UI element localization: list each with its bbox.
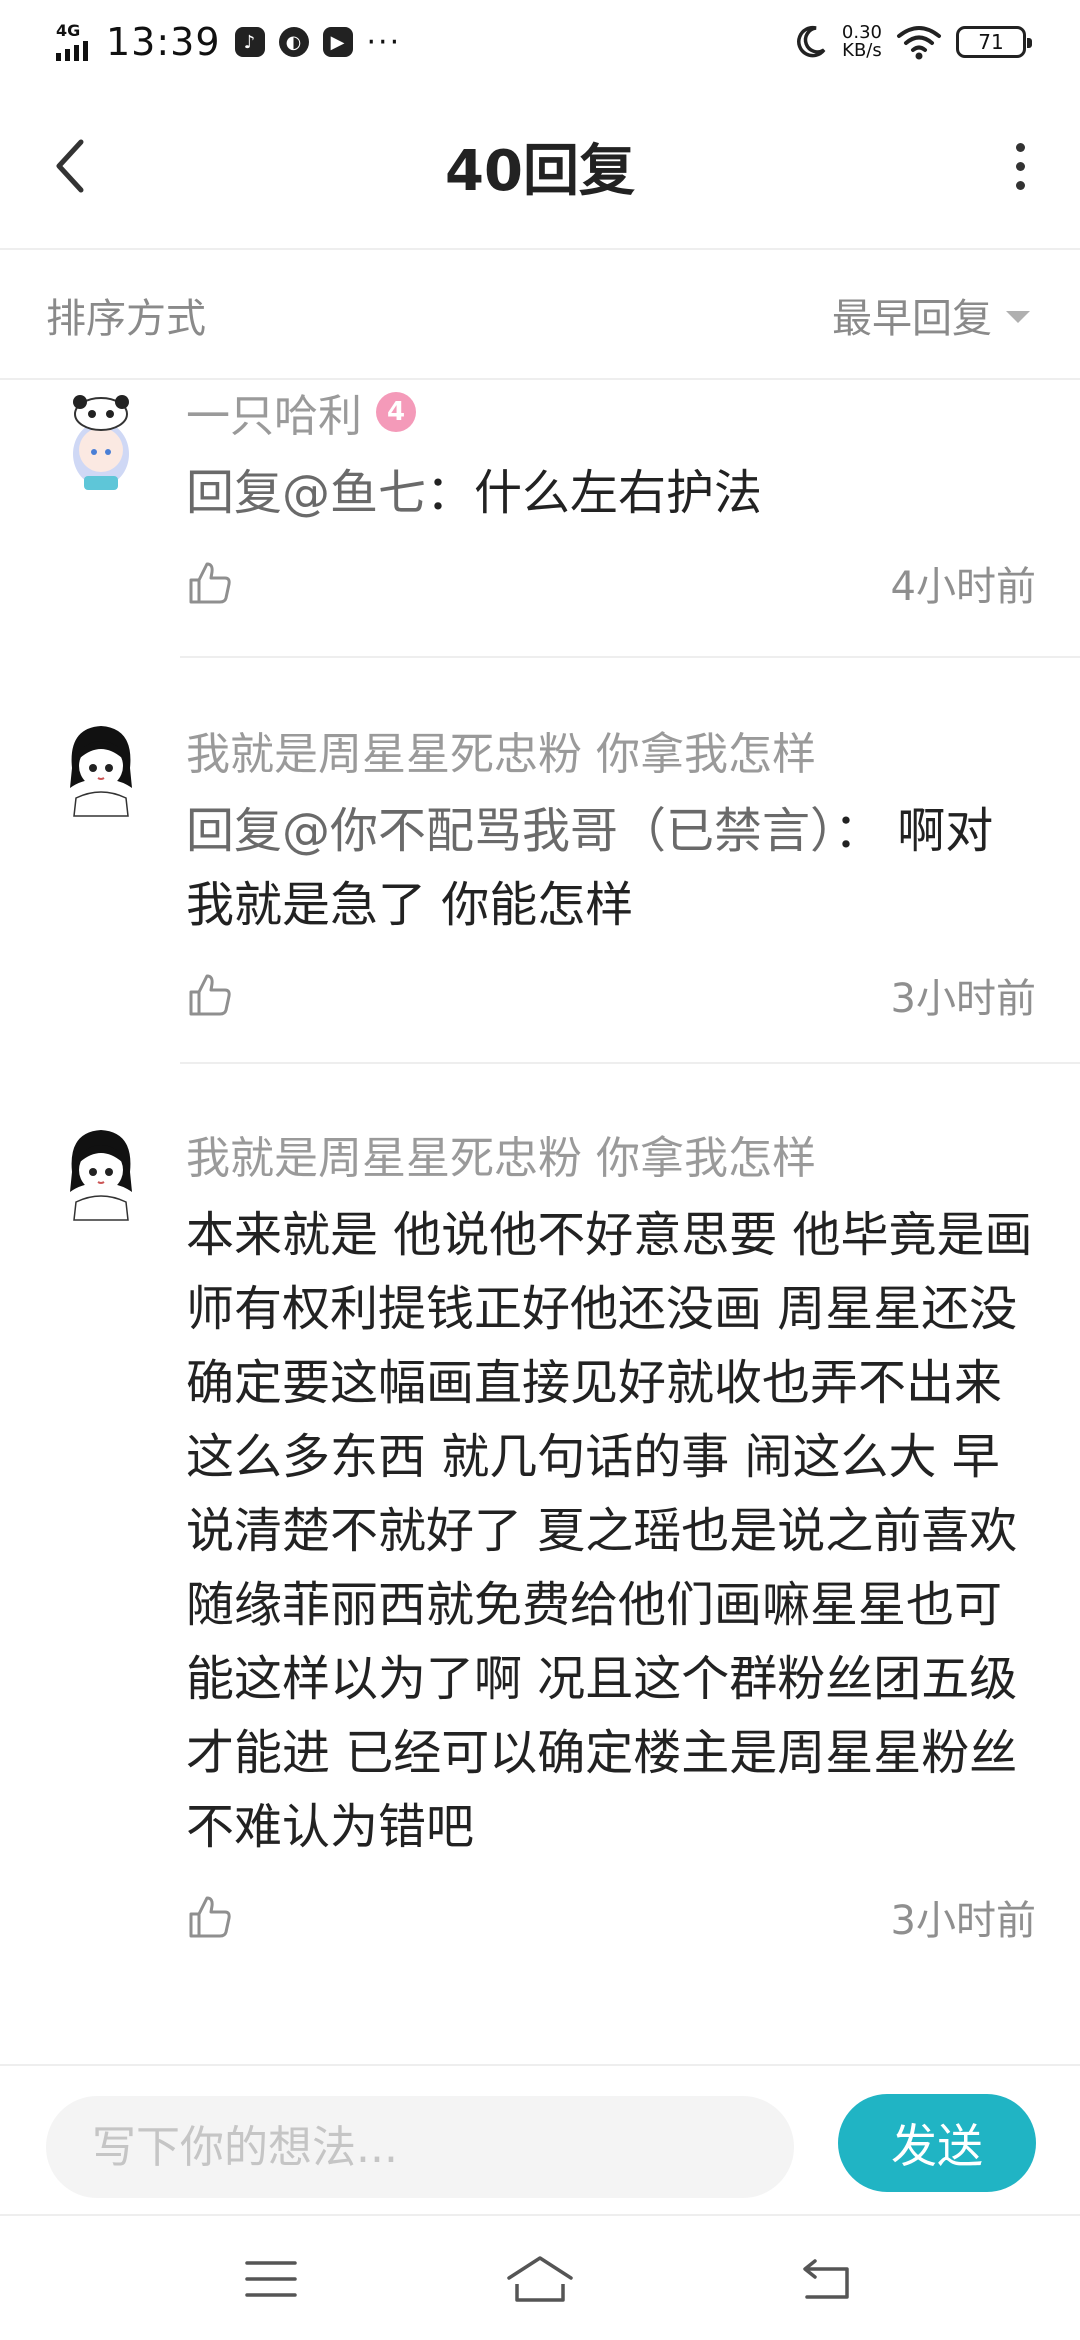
username-text: 我就是周星星死忠粉 你拿我怎样 <box>186 1133 816 1184</box>
thumbs-up-icon[interactable] <box>186 559 234 607</box>
status-left: 4G 13:39 ♪ ◐ ▶ ··· <box>56 20 401 64</box>
mention-link[interactable]: 鱼七 <box>330 465 426 521</box>
tiktok-notification-icon: ♪ <box>234 27 265 57</box>
more-options-button[interactable] <box>1000 126 1040 206</box>
title-bar: 40回复 <box>0 84 1080 250</box>
comment-body: 我就是周星星死忠粉 你拿我怎样 回复@你不配骂我哥（已禁言）： 啊对 我就是急了… <box>186 718 1036 1024</box>
back-button[interactable] <box>40 126 100 206</box>
hamburger-icon <box>245 2261 297 2297</box>
signal-bars-icon <box>56 41 88 61</box>
network-speed-unit: KB/s <box>842 40 882 61</box>
thumbs-up-icon[interactable] <box>186 1893 234 1941</box>
sort-dropdown[interactable]: 最早回复 <box>832 286 1030 344</box>
wifi-icon <box>897 26 941 60</box>
signal-indicator: 4G <box>56 23 88 61</box>
more-notifications-icon: ··· <box>366 24 402 60</box>
divider <box>180 1062 1080 1064</box>
battery-icon: 71 <box>956 26 1032 58</box>
moon-icon <box>797 25 826 58</box>
more-vertical-icon <box>1015 142 1025 152</box>
avatar[interactable] <box>58 718 144 818</box>
level-badge: 4 <box>376 392 416 432</box>
system-nav-bar <box>0 2214 1080 2340</box>
network-speed: 0.30 KB/s <box>842 24 882 60</box>
reply-prefix: 回复@ <box>186 465 331 521</box>
comment-text: 回复@你不配骂我哥（已禁言）： 啊对 我就是急了 你能怎样 <box>186 794 1036 942</box>
comment-time: 3小时前 <box>890 976 1036 1022</box>
reply-prefix: 回复@ <box>186 803 331 859</box>
comment-text: 回复@鱼七：什么左右护法 <box>186 456 1036 530</box>
clock: 13:39 <box>106 20 221 64</box>
comment-text: 本来就是 他说他不好意思要 他毕竟是画师有权利提钱正好他还没画 周星星还没确定要… <box>186 1207 1033 1855</box>
avatar[interactable] <box>58 392 144 492</box>
comment-item: 我就是周星星死忠粉 你拿我怎样 回复@你不配骂我哥（已禁言）： 啊对 我就是急了… <box>0 718 1080 1066</box>
return-icon <box>803 2259 849 2299</box>
status-right: 0.30 KB/s 71 <box>792 24 1032 60</box>
sort-label: 排序方式 <box>46 296 206 342</box>
comment-meta: 4小时前 <box>186 554 1036 612</box>
home-icon <box>507 2256 573 2302</box>
network-type: 4G <box>56 21 81 40</box>
username-text: 我就是周星星死忠粉 你拿我怎样 <box>186 729 816 780</box>
comment-meta: 3小时前 <box>186 1888 1036 1946</box>
chevron-left-icon <box>56 139 84 193</box>
comment-item: 我就是周星星死忠粉 你拿我怎样 本来就是 他说他不好意思要 他毕竟是画师有权利提… <box>0 1122 1080 2064</box>
comment-item: 一只哈利 4 回复@鱼七：什么左右护法 4小时前 <box>0 380 1080 658</box>
nav-back-button[interactable] <box>790 2244 860 2314</box>
comment-time: 4小时前 <box>890 564 1036 610</box>
battery-level: 71 <box>978 30 1004 54</box>
caret-down-icon <box>1006 311 1030 323</box>
divider <box>180 656 1080 658</box>
status-bar: 4G 13:39 ♪ ◐ ▶ ··· 0.30 KB/s 71 <box>0 0 1080 84</box>
sort-bar: 排序方式 最早回复 <box>0 252 1080 380</box>
compass-notification-icon: ◐ <box>278 27 309 57</box>
comment-time: 3小时前 <box>890 1898 1036 1944</box>
avatar[interactable] <box>58 1122 144 1222</box>
comment-username[interactable]: 一只哈利 4 <box>186 380 1036 444</box>
send-button[interactable]: 发送 <box>838 2094 1036 2192</box>
comment-composer: 发送 <box>0 2064 1080 2214</box>
comment-username[interactable]: 我就是周星星死忠粉 你拿我怎样 <box>186 718 1036 782</box>
comment-input[interactable] <box>46 2096 794 2198</box>
comment-body: 一只哈利 4 回复@鱼七：什么左右护法 4小时前 <box>186 380 1036 612</box>
comment-body: 我就是周星星死忠粉 你拿我怎样 本来就是 他说他不好意思要 他毕竟是画师有权利提… <box>186 1122 1036 1946</box>
video-notification-icon: ▶ <box>322 27 353 57</box>
comment-content: ：什么左右护法 <box>426 465 763 521</box>
mention-link[interactable]: 你不配骂我哥（已禁言） <box>330 803 834 859</box>
app-screen: 4G 13:39 ♪ ◐ ▶ ··· 0.30 KB/s 71 40回复 排序方… <box>0 0 1080 2340</box>
sort-selected-value: 最早回复 <box>832 296 992 342</box>
comment-username[interactable]: 我就是周星星死忠粉 你拿我怎样 <box>186 1122 1036 1186</box>
thumbs-up-icon[interactable] <box>186 971 234 1019</box>
nav-menu-button[interactable] <box>236 2244 306 2314</box>
page-title: 40回复 <box>445 138 635 204</box>
nav-home-button[interactable] <box>505 2244 575 2314</box>
comment-meta: 3小时前 <box>186 966 1036 1024</box>
username-text: 一只哈利 <box>186 391 362 442</box>
